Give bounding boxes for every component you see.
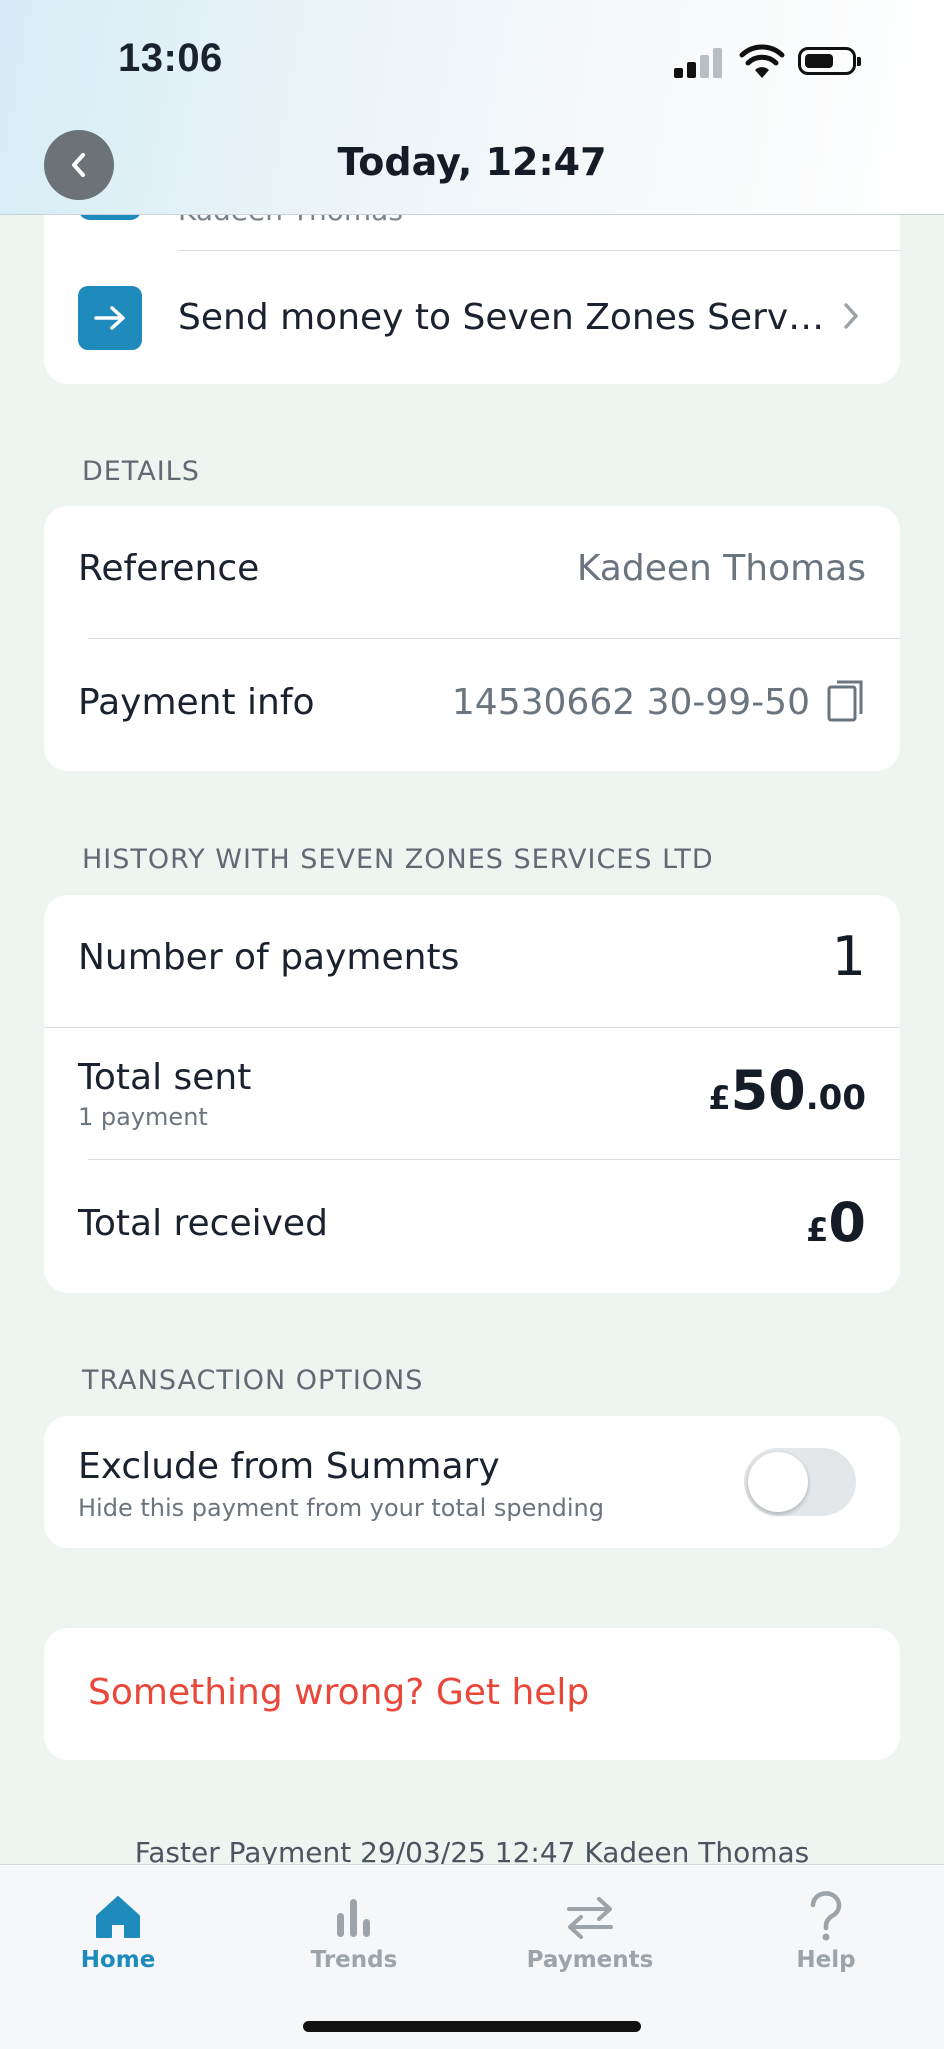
total-sent-label: Total sent	[78, 1057, 252, 1098]
question-mark-icon	[810, 1891, 842, 1941]
status-time: 13:06	[118, 36, 223, 80]
chevron-right-icon	[844, 303, 858, 329]
number-of-payments-label: Number of payments	[78, 937, 460, 978]
details-card: Reference Kadeen Thomas Payment info 145…	[44, 506, 900, 771]
copy-button[interactable]	[826, 678, 870, 728]
tab-trends[interactable]: Trends	[264, 1887, 444, 1973]
tab-home[interactable]: Home	[28, 1887, 208, 1973]
help-card[interactable]: Something wrong? Get help	[44, 1628, 900, 1760]
send-money-icon	[78, 286, 142, 350]
divider	[88, 1159, 900, 1160]
options-section-title: TRANSACTION OPTIONS	[82, 1365, 424, 1396]
home-icon	[96, 1896, 140, 1938]
payment-info-label: Payment info	[78, 682, 315, 723]
options-card: Exclude from Summary Hide this payment f…	[44, 1416, 900, 1548]
home-indicator	[303, 2021, 641, 2032]
exclude-toggle[interactable]	[744, 1448, 856, 1516]
tab-home-label: Home	[80, 1947, 156, 1973]
top-bar: 13:06 Today, 12:47	[0, 0, 944, 215]
page-title: Today, 12:47	[337, 140, 607, 184]
currency-symbol: £	[806, 1211, 829, 1249]
amount-whole: 0	[828, 1191, 866, 1254]
history-section-title: HISTORY WITH SEVEN ZONES SERVICES LTD	[82, 844, 714, 875]
total-sent-sub: 1 payment	[78, 1103, 208, 1131]
divider	[44, 1027, 900, 1028]
amount-whole: 50	[730, 1059, 806, 1122]
payment-info-value: 14530662 30-99-50	[451, 682, 810, 723]
divider	[88, 638, 900, 639]
tab-payments-label: Payments	[526, 1947, 654, 1973]
reference-value: Kadeen Thomas	[576, 548, 866, 589]
total-received-label: Total received	[78, 1203, 328, 1244]
number-of-payments-value: 1	[831, 925, 866, 988]
transfer-arrows-icon	[567, 1897, 613, 1939]
battery-icon	[798, 47, 861, 75]
bar-chart-icon	[337, 1899, 370, 1937]
cellular-signal-icon	[674, 48, 724, 78]
currency-symbol: £	[708, 1079, 731, 1117]
total-sent-amount: £50.00	[708, 1059, 866, 1122]
tab-help-label: Help	[796, 1947, 856, 1973]
toggle-knob	[748, 1452, 808, 1512]
tab-bar: Home Trends Payments Help	[0, 1864, 944, 2049]
send-money-row[interactable]: Send money to Seven Zones Serv…	[44, 251, 900, 384]
get-help-link[interactable]: Something wrong? Get help	[88, 1672, 589, 1713]
tab-trends-label: Trends	[310, 1947, 398, 1973]
copy-icon	[827, 680, 863, 722]
send-money-label: Send money to Seven Zones Serv…	[178, 297, 825, 338]
exclude-sub: Hide this payment from your total spendi…	[78, 1494, 604, 1522]
amount-decimal: .00	[805, 1078, 866, 1118]
details-section-title: DETAILS	[82, 456, 200, 487]
arrow-right-icon	[94, 306, 125, 330]
history-card: Number of payments 1 Total sent 1 paymen…	[44, 895, 900, 1293]
reference-label: Reference	[78, 548, 260, 589]
wifi-icon	[739, 44, 785, 78]
tab-payments[interactable]: Payments	[500, 1887, 680, 1973]
total-received-amount: £0	[806, 1191, 866, 1254]
exclude-label: Exclude from Summary	[78, 1446, 500, 1487]
tab-help[interactable]: Help	[736, 1887, 916, 1973]
